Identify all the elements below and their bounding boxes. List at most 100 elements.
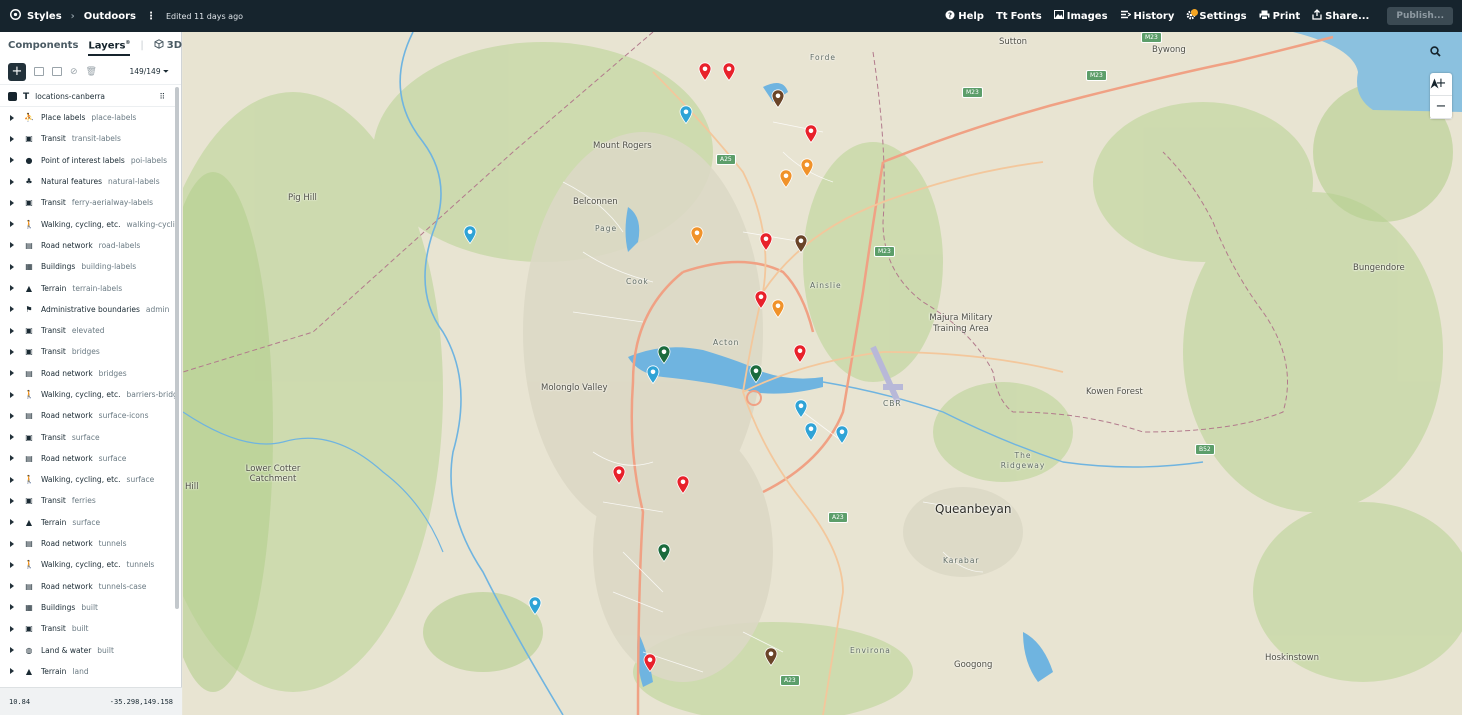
styles-logo-icon[interactable]: [10, 9, 21, 23]
blue-map-pin-icon[interactable]: [528, 596, 542, 615]
map-canvas[interactable]: Sutton Bywong Forde Mount Rogers Pig Hil…: [183, 32, 1462, 715]
duplicate-icon[interactable]: [34, 67, 44, 76]
expand-arrow-icon[interactable]: [10, 476, 14, 483]
checkbox-icon[interactable]: [8, 92, 17, 101]
brown-map-pin-icon[interactable]: [771, 89, 785, 108]
filter-icon[interactable]: ⏷: [163, 67, 169, 76]
tab-components[interactable]: Components: [8, 40, 78, 51]
expand-arrow-icon[interactable]: [10, 412, 14, 419]
layer-row[interactable]: ▤ Road network tunnels-case: [0, 576, 176, 597]
orange-map-pin-icon[interactable]: [690, 226, 704, 245]
blue-map-pin-icon[interactable]: [463, 225, 477, 244]
expand-arrow-icon[interactable]: [10, 327, 14, 334]
layer-row[interactable]: 🚶 Walking, cycling, etc. walking-cycling-l: [0, 213, 176, 234]
blue-map-pin-icon[interactable]: [804, 422, 818, 441]
orange-map-pin-icon[interactable]: [771, 299, 785, 318]
layer-row[interactable]: ♣ Natural features natural-labels: [0, 171, 176, 192]
expand-arrow-icon[interactable]: [10, 370, 14, 377]
expand-arrow-icon[interactable]: [10, 285, 14, 292]
blue-map-pin-icon[interactable]: [794, 399, 808, 418]
hide-icon[interactable]: ⊘: [70, 67, 78, 77]
add-layer-button[interactable]: +: [8, 62, 26, 81]
expand-arrow-icon[interactable]: [10, 540, 14, 547]
tab-layers[interactable]: Layers®: [88, 40, 131, 57]
fonts-button[interactable]: Tt Fonts: [996, 11, 1042, 22]
expand-arrow-icon[interactable]: [10, 455, 14, 462]
brown-map-pin-icon[interactable]: [794, 234, 808, 253]
delete-icon[interactable]: 🗑: [86, 67, 97, 77]
tab-3d[interactable]: 3D: [154, 39, 182, 52]
layer-row[interactable]: ▦ Buildings built: [0, 597, 176, 618]
layer-row[interactable]: ⚑ Administrative boundaries admin: [0, 299, 176, 320]
layer-row[interactable]: ▣ Transit transit-labels: [0, 128, 176, 149]
images-button[interactable]: Images: [1053, 10, 1108, 22]
expand-arrow-icon[interactable]: [10, 625, 14, 632]
expand-arrow-icon[interactable]: [10, 583, 14, 590]
drag-handle-icon[interactable]: ⠿: [160, 92, 165, 101]
styles-link[interactable]: Styles: [27, 11, 62, 22]
style-name[interactable]: Outdoors: [84, 11, 136, 22]
expand-arrow-icon[interactable]: [10, 519, 14, 526]
layer-row[interactable]: ▲ Terrain terrain-labels: [0, 277, 176, 298]
layer-row[interactable]: ▦ Buildings building-labels: [0, 256, 176, 277]
expand-arrow-icon[interactable]: [10, 135, 14, 142]
expand-arrow-icon[interactable]: [10, 434, 14, 441]
expand-arrow-icon[interactable]: [10, 668, 14, 675]
expand-arrow-icon[interactable]: [10, 647, 14, 654]
expand-arrow-icon[interactable]: [10, 306, 14, 313]
layer-row[interactable]: ⛹ Place labels place-labels: [0, 107, 176, 128]
red-map-pin-icon[interactable]: [754, 290, 768, 309]
layer-row[interactable]: ▤ Road network road-labels: [0, 235, 176, 256]
layer-list-scrollbar[interactable]: [175, 87, 179, 609]
layer-row[interactable]: ● Point of interest labels poi-labels: [0, 150, 176, 171]
red-map-pin-icon[interactable]: [643, 653, 657, 672]
layer-row[interactable]: 🚶 Walking, cycling, etc. tunnels: [0, 554, 176, 575]
layer-row[interactable]: 🚶 Walking, cycling, etc. barriers-bridges: [0, 384, 176, 405]
print-button[interactable]: Print: [1259, 10, 1300, 23]
settings-button[interactable]: Settings: [1186, 8, 1247, 23]
layer-row[interactable]: ▲ Terrain surface: [0, 512, 176, 533]
red-map-pin-icon[interactable]: [759, 232, 773, 251]
folder-icon[interactable]: [52, 67, 62, 76]
expand-arrow-icon[interactable]: [10, 561, 14, 568]
layer-row[interactable]: ▲ Terrain land: [0, 661, 176, 682]
expand-arrow-icon[interactable]: [10, 221, 14, 228]
expand-arrow-icon[interactable]: [10, 604, 14, 611]
publish-button[interactable]: Publish...: [1387, 7, 1453, 25]
help-button[interactable]: ? Help: [945, 10, 984, 23]
layer-row[interactable]: 🚶 Walking, cycling, etc. surface: [0, 469, 176, 490]
layer-row[interactable]: ▣ Transit elevated: [0, 320, 176, 341]
layer-row[interactable]: ▤ Road network bridges: [0, 363, 176, 384]
green-map-pin-icon[interactable]: [657, 543, 671, 562]
red-map-pin-icon[interactable]: [804, 124, 818, 143]
history-button[interactable]: History: [1120, 10, 1174, 22]
green-map-pin-icon[interactable]: [657, 345, 671, 364]
expand-arrow-icon[interactable]: [10, 178, 14, 185]
brown-map-pin-icon[interactable]: [764, 647, 778, 666]
expand-arrow-icon[interactable]: [10, 157, 14, 164]
more-options-icon[interactable]: ⋮: [146, 11, 156, 22]
expand-arrow-icon[interactable]: [10, 114, 14, 121]
selected-layer-row[interactable]: T locations-canberra ⠿: [0, 87, 176, 107]
red-map-pin-icon[interactable]: [698, 62, 712, 81]
layer-row[interactable]: ▣ Transit ferry-aerialway-labels: [0, 192, 176, 213]
orange-map-pin-icon[interactable]: [779, 169, 793, 188]
blue-map-pin-icon[interactable]: [646, 365, 660, 384]
expand-arrow-icon[interactable]: [10, 263, 14, 270]
blue-map-pin-icon[interactable]: [835, 425, 849, 444]
expand-arrow-icon[interactable]: [10, 242, 14, 249]
layer-row[interactable]: ▤ Road network surface: [0, 448, 176, 469]
red-map-pin-icon[interactable]: [793, 344, 807, 363]
expand-arrow-icon[interactable]: [10, 348, 14, 355]
layer-row[interactable]: ▣ Transit surface: [0, 426, 176, 447]
green-map-pin-icon[interactable]: [749, 364, 763, 383]
layer-row[interactable]: ▤ Road network surface-icons: [0, 405, 176, 426]
layer-row[interactable]: ◍ Land & water built: [0, 639, 176, 660]
blue-map-pin-icon[interactable]: [679, 105, 693, 124]
layer-row[interactable]: ▣ Transit built: [0, 618, 176, 639]
red-map-pin-icon[interactable]: [722, 62, 736, 81]
expand-arrow-icon[interactable]: [10, 199, 14, 206]
layer-row[interactable]: ▣ Transit ferries: [0, 490, 176, 511]
expand-arrow-icon[interactable]: [10, 391, 14, 398]
zoom-out-button[interactable]: −: [1430, 96, 1452, 119]
